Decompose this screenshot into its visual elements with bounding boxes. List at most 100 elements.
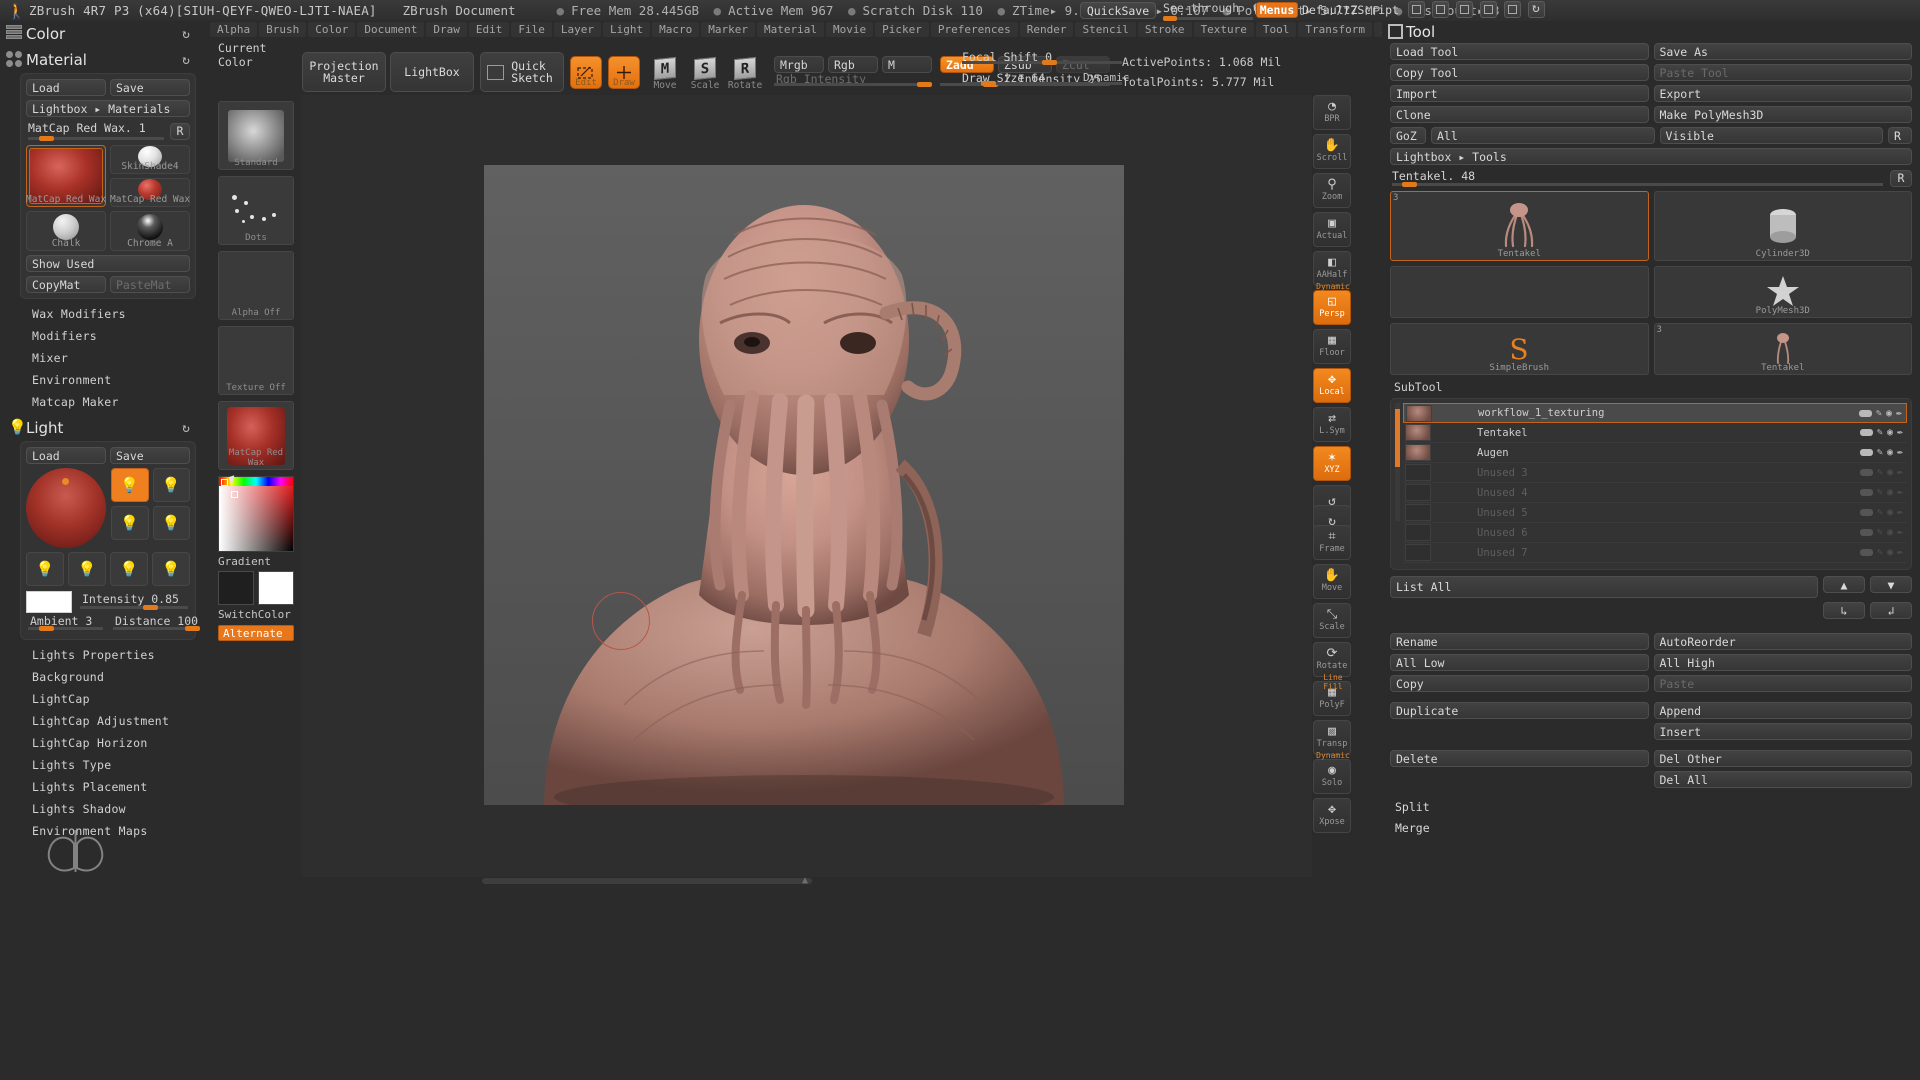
subtool-paint-icon[interactable]: ✎ [1876, 408, 1882, 419]
menu-item-texture[interactable]: Texture [1193, 21, 1254, 37]
subtool-controls[interactable]: ✎ ◉ ✒ [1858, 408, 1902, 419]
canvas-horizontal-scrollbar[interactable]: ▲ [302, 875, 1312, 886]
visible-button[interactable]: Visible [1659, 127, 1883, 144]
light-color-swatch[interactable] [26, 591, 72, 613]
menu-item-movie[interactable]: Movie [825, 21, 874, 37]
autoreorder-button[interactable]: AutoReorder [1653, 633, 1912, 650]
nav-button-xyz[interactable]: ✶ XYZ [1313, 446, 1351, 481]
tool-thumb-polymesh3d[interactable]: PolyMesh3D [1653, 266, 1912, 318]
reload-icon[interactable] [1528, 1, 1545, 18]
layout-grid-icon[interactable] [1408, 1, 1425, 18]
subtool-eye-icon[interactable]: ◉ [1887, 527, 1893, 538]
default-script-label[interactable]: DefaultZScript [1302, 2, 1399, 18]
subtool-scrollbar[interactable] [1395, 403, 1400, 521]
light-section-lights-placement[interactable]: Lights Placement [32, 780, 210, 794]
light-slot-3[interactable]: 💡 [111, 506, 149, 540]
m-button[interactable]: M [882, 56, 932, 73]
subtool-row[interactable]: Tentakel ✎ ◉ ✒ [1403, 423, 1907, 443]
subtool-controls[interactable]: ✎ ◉ ✒ [1859, 547, 1903, 558]
nav-button-lsym[interactable]: ⇄ L.Sym [1313, 407, 1351, 442]
layout-split-icon[interactable] [1432, 1, 1449, 18]
menu-item-color[interactable]: Color [308, 21, 356, 37]
material-save-button[interactable]: Save [110, 79, 190, 96]
del-other-button[interactable]: Del Other [1653, 750, 1912, 767]
tool-thumb-tentakel-2[interactable]: 3 Tentakel [1653, 323, 1912, 375]
secondary-color-swatch[interactable] [258, 571, 294, 605]
export-button[interactable]: Export [1653, 85, 1912, 102]
subtool-row[interactable]: workflow_1_texturing ✎ ◉ ✒ [1403, 403, 1907, 423]
color-refresh-icon[interactable]: ↻ [182, 27, 190, 42]
copymat-button[interactable]: CopyMat [26, 276, 106, 293]
material-refresh-icon[interactable]: ↻ [182, 53, 190, 68]
document-canvas[interactable] [484, 165, 1124, 805]
menu-item-layer[interactable]: Layer [553, 21, 601, 37]
light-slot-7[interactable]: 💡 [110, 552, 148, 586]
window-maximize-icon[interactable] [1504, 1, 1521, 18]
focal-shift-slider-group[interactable]: Focal Shift 0 [962, 50, 1122, 65]
subtool-row[interactable]: Unused 7 ✎ ◉ ✒ [1403, 543, 1907, 563]
subtool-controls[interactable]: ✎ ◉ ✒ [1859, 527, 1903, 538]
light-slot-1[interactable]: 💡 [111, 468, 149, 502]
subtool-controls[interactable]: ✎ ◉ ✒ [1859, 447, 1903, 458]
current-tool-r-button[interactable]: R [1890, 169, 1912, 187]
subtool-visibility-toggle[interactable] [1859, 489, 1873, 496]
subtool-brush-icon[interactable]: ✒ [1897, 467, 1903, 478]
subtool-brush-icon[interactable]: ✒ [1897, 427, 1903, 438]
light-section-lightcap[interactable]: LightCap [32, 692, 210, 706]
subtool-paint-icon[interactable]: ✎ [1877, 447, 1883, 458]
light-slot-5[interactable]: 💡 [26, 552, 64, 586]
all-button[interactable]: All [1431, 127, 1655, 144]
import-button[interactable]: Import [1390, 85, 1649, 102]
material-swatch-matcap-red-wax[interactable]: MatCap Red Wax [26, 145, 106, 207]
scale-mode-button[interactable]: S Scale [690, 56, 720, 91]
material-swatch-chalk[interactable]: Chalk [26, 211, 106, 251]
material-section-modifiers[interactable]: Modifiers [32, 329, 210, 343]
tool-palette-header[interactable]: Tool [1382, 21, 1920, 43]
brush-selector-standard[interactable]: Standard [218, 101, 294, 170]
window-minimize-icon[interactable] [1480, 1, 1497, 18]
menu-item-light[interactable]: Light [602, 21, 651, 37]
subtool-eye-icon[interactable]: ◉ [1887, 447, 1893, 458]
subtool-controls[interactable]: ✎ ◉ ✒ [1859, 507, 1903, 518]
subtool-paint-icon[interactable]: ✎ [1877, 527, 1883, 538]
subtool-row[interactable]: Unused 5 ✎ ◉ ✒ [1403, 503, 1907, 523]
nav-button-scale[interactable]: ⤡ Scale [1313, 603, 1351, 638]
nav-button-frame[interactable]: ⌗ Frame [1313, 525, 1351, 560]
light-slot-4[interactable]: 💡 [152, 506, 190, 540]
load-tool-button[interactable]: Load Tool [1390, 43, 1649, 60]
edit-mode-button[interactable]: Edit [570, 56, 602, 89]
color-palette-header[interactable]: Color ↻ [0, 21, 210, 47]
tool-r-button[interactable]: R [1888, 127, 1912, 144]
move-up-button[interactable]: ▲ [1823, 576, 1865, 593]
menu-item-tool[interactable]: Tool [1255, 21, 1297, 37]
nav-button-polyf[interactable]: Line Fill ▦ PolyF [1313, 673, 1351, 716]
subtool-brush-icon[interactable]: ✒ [1897, 487, 1903, 498]
menu-item-alpha[interactable]: Alpha [210, 21, 258, 37]
lightbox-tools-button[interactable]: Lightbox ▸ Tools [1390, 148, 1912, 165]
menu-item-brush[interactable]: Brush [259, 21, 307, 37]
copy-tool-button[interactable]: Copy Tool [1390, 64, 1649, 81]
light-section-lightcap-adjustment[interactable]: LightCap Adjustment [32, 714, 210, 728]
scroll-up-arrow-icon[interactable]: ▲ [802, 875, 808, 886]
goz-button[interactable]: GoZ [1390, 127, 1426, 144]
material-section-wax-modifiers[interactable]: Wax Modifiers [32, 307, 210, 321]
subtool-brush-icon[interactable]: ✒ [1896, 408, 1902, 419]
light-refresh-icon[interactable]: ↻ [182, 421, 190, 436]
light-section-lights-shadow[interactable]: Lights Shadow [32, 802, 210, 816]
nav-button-floor[interactable]: ▦ Floor [1313, 329, 1351, 364]
light-slot-6[interactable]: 💡 [68, 552, 106, 586]
merge-label[interactable]: Merge [1390, 819, 1912, 836]
clone-button[interactable]: Clone [1390, 106, 1649, 123]
indent-left-button[interactable]: ↲ [1870, 602, 1912, 619]
nav-button-move[interactable]: ✋ Move [1313, 564, 1351, 599]
subtool-visibility-toggle[interactable] [1859, 469, 1873, 476]
paste-tool-button[interactable]: Paste Tool [1653, 64, 1912, 81]
menu-item-draw[interactable]: Draw [426, 21, 467, 37]
subtool-controls[interactable]: ✎ ◉ ✒ [1859, 427, 1903, 438]
color-picker[interactable] [218, 476, 294, 552]
subtool-controls[interactable]: ✎ ◉ ✒ [1859, 487, 1903, 498]
insert-button[interactable]: Insert [1653, 723, 1912, 740]
menu-item-marker[interactable]: Marker [701, 21, 755, 37]
tool-thumb-blank[interactable] [1390, 266, 1649, 318]
menus-button[interactable]: Menus [1256, 2, 1298, 18]
